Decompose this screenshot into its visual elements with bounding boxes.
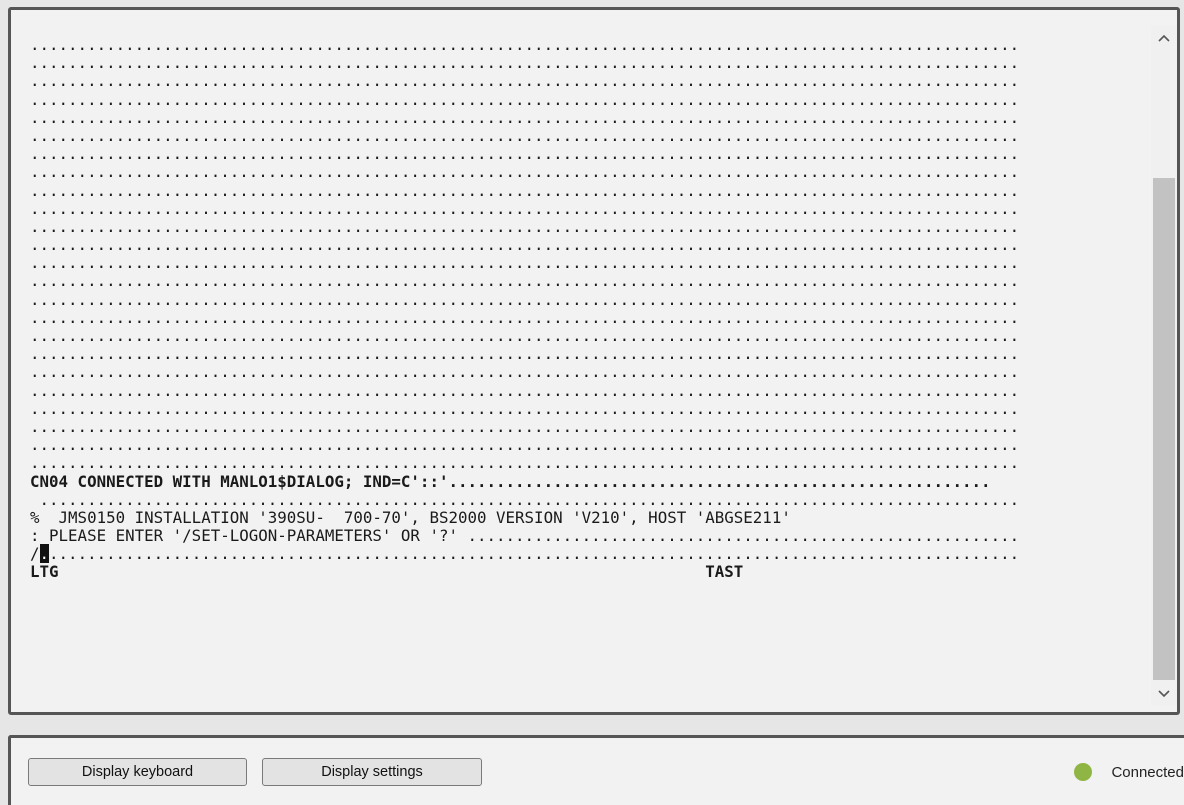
- terminal-line: ........................................…: [30, 53, 1020, 73]
- vertical-scrollbar[interactable]: [1151, 26, 1177, 706]
- terminal-line: ........................................…: [30, 35, 1020, 54]
- terminal-input-line[interactable]: /.......................................…: [30, 544, 1150, 564]
- terminal-line: ........................................…: [30, 271, 1020, 291]
- terminal-line: ........................................…: [30, 216, 1020, 236]
- chevron-up-icon[interactable]: [1151, 26, 1177, 50]
- terminal-line: ........................................…: [30, 180, 1020, 200]
- terminal-line: ........................................…: [30, 235, 1020, 255]
- terminal-window: ........................................…: [8, 7, 1180, 715]
- terminal-line: ........................................…: [30, 453, 1020, 473]
- terminal-cursor[interactable]: .: [39, 544, 50, 564]
- connection-status-label: Connected: [1111, 763, 1184, 781]
- connection-status: Connected: [1074, 758, 1184, 786]
- terminal-line: ........................................…: [30, 89, 1020, 109]
- terminal-line: ........................................…: [30, 162, 1020, 182]
- terminal-status-right: TAST: [705, 562, 744, 582]
- terminal-status-left: LTG: [30, 562, 59, 582]
- terminal-line: ........................................…: [30, 380, 1020, 400]
- terminal-line: ........................................…: [30, 307, 1020, 327]
- terminal-line: ........................................…: [30, 344, 1020, 364]
- terminal-line: ........................................…: [30, 71, 1020, 91]
- terminal-line: ........................................…: [30, 398, 1020, 418]
- terminal-line: ........................................…: [30, 362, 1020, 382]
- display-keyboard-button[interactable]: Display keyboard: [28, 758, 247, 786]
- terminal-prompt: /: [30, 544, 40, 564]
- terminal-screen[interactable]: ........................................…: [30, 35, 1150, 582]
- terminal-line: % JMS0150 INSTALLATION '390SU- 700-70', …: [30, 507, 791, 527]
- terminal-input-fill: ........................................…: [49, 544, 1020, 564]
- terminal-line: ........................................…: [30, 107, 1020, 127]
- chevron-down-icon[interactable]: [1151, 682, 1177, 706]
- terminal-line: ........................................…: [30, 198, 1020, 218]
- terminal-line: : PLEASE ENTER '/SET-LOGON-PARAMETERS' O…: [30, 526, 1020, 546]
- terminal-line: ........................................…: [30, 144, 1020, 164]
- terminal-line: ........................................…: [30, 489, 1020, 509]
- scrollbar-thumb[interactable]: [1153, 178, 1175, 680]
- terminal-line: ........................................…: [30, 125, 1020, 145]
- bottom-toolbar: Display keyboard Display settings Connec…: [8, 735, 1184, 805]
- terminal-line: CN04 CONNECTED WITH MANLO1$DIALOG; IND=C…: [30, 471, 991, 491]
- terminal-line: ........................................…: [30, 435, 1020, 455]
- terminal-line: ........................................…: [30, 253, 1020, 273]
- display-settings-button[interactable]: Display settings: [262, 758, 482, 786]
- terminal-line: ........................................…: [30, 416, 1020, 436]
- terminal-line: ........................................…: [30, 326, 1020, 345]
- status-indicator-icon: [1074, 763, 1093, 781]
- terminal-status-line: LTG TAST: [30, 563, 1150, 581]
- terminal-line: ........................................…: [30, 289, 1020, 309]
